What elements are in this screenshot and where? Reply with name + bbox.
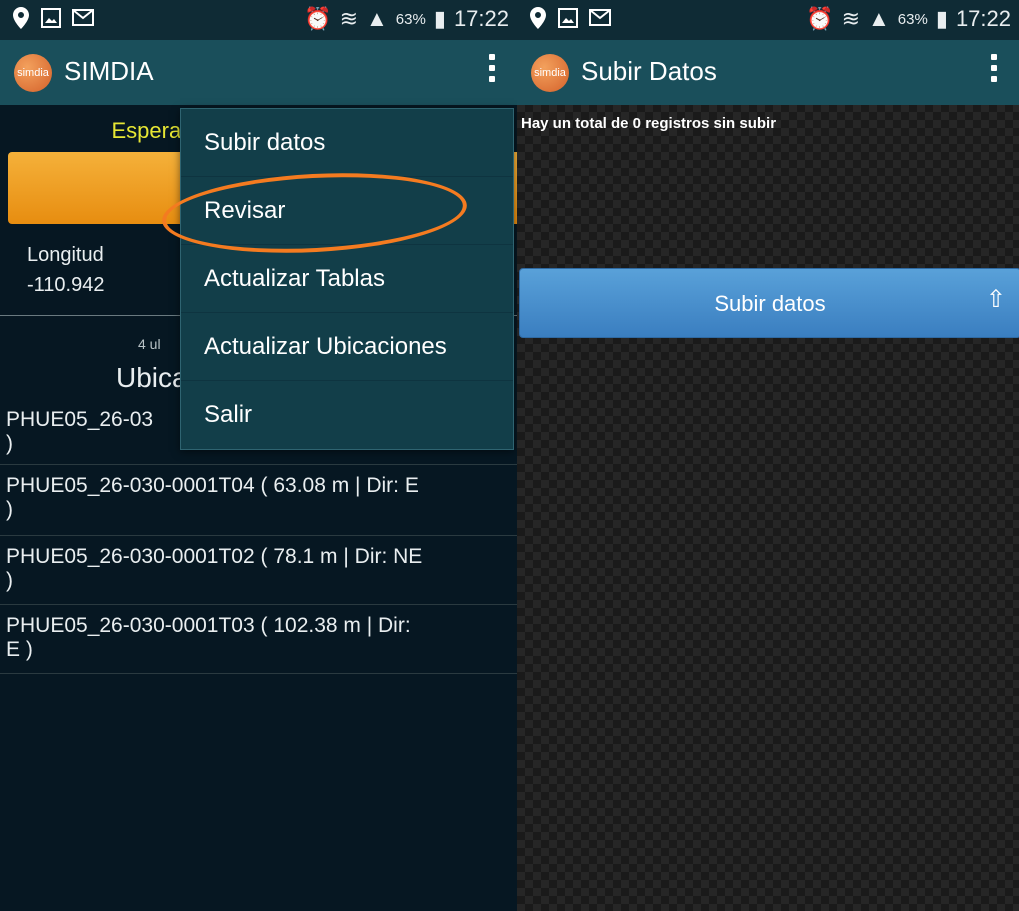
alarm-icon: ⏰ — [806, 6, 834, 31]
upload-icon: ⇧ — [985, 286, 1006, 313]
alarm-icon: ⏰ — [304, 6, 332, 31]
pending-records-message: Hay un total de 0 registros sin subir — [521, 115, 777, 132]
menu-item-actualizar-tablas[interactable]: Actualizar Tablas — [181, 245, 513, 313]
list-item-text: ) — [6, 569, 13, 592]
gallery-icon — [558, 8, 578, 28]
longitude-block: Longitud -110.942 — [27, 240, 104, 300]
list-item[interactable]: PHUE05_26-030-0001T02 ( 78.1 m | Dir: NE… — [0, 537, 517, 605]
list-item-text: ) — [6, 498, 13, 521]
list-item-text: PHUE05_26-030-0001T04 ( 63.08 m | Dir: E — [6, 474, 419, 497]
signal-icon: ▲ — [366, 6, 388, 31]
mail-icon — [72, 9, 94, 26]
list-item-text: PHUE05_26-030-0001T02 ( 78.1 m | Dir: NE — [6, 545, 423, 568]
list-item-text: E ) — [6, 638, 33, 661]
longitude-value: -110.942 — [27, 274, 105, 296]
wifi-icon: ≋ — [841, 6, 861, 31]
status-bar: ⏰ ≋ ▲ 63% ▮ 17:22 — [517, 0, 1019, 40]
location-pin-icon — [530, 7, 546, 29]
battery-percent: 63% — [395, 10, 426, 28]
status-bar: ⏰ ≋ ▲ 63% ▮ 17:22 — [0, 0, 517, 40]
menu-item-salir[interactable]: Salir — [181, 381, 513, 449]
battery-icon: ▮ — [433, 6, 446, 31]
app-title: SIMDIA — [64, 56, 154, 86]
section-title: Ubica — [116, 362, 188, 393]
wifi-icon: ≋ — [339, 6, 359, 31]
list-item[interactable]: PHUE05_26-030-0001T04 ( 63.08 m | Dir: E… — [0, 466, 517, 536]
app-logo: simdia — [531, 54, 569, 92]
locations-count: 4 ul — [138, 336, 161, 352]
right-screen: ⏰ ≋ ▲ 63% ▮ 17:22 simdia Subir Datos Hay… — [517, 0, 1019, 911]
app-bar: simdia Subir Datos — [517, 40, 1019, 105]
menu-item-actualizar-ubicaciones[interactable]: Actualizar Ubicaciones — [181, 313, 513, 381]
menu-item-subir-datos[interactable]: Subir datos — [181, 109, 513, 177]
clock: 17:22 — [955, 6, 1011, 31]
left-screen: ⏰ ≋ ▲ 63% ▮ 17:22 simdia SIMDIA Esperar … — [0, 0, 517, 911]
battery-icon: ▮ — [935, 6, 948, 31]
upload-data-button[interactable]: Subir datos ⇧ — [519, 268, 1019, 338]
gallery-icon — [41, 8, 61, 28]
overflow-menu-icon[interactable] — [489, 54, 495, 87]
longitude-label: Longitud — [27, 244, 104, 266]
signal-icon: ▲ — [868, 6, 890, 31]
list-item-text: PHUE05_26-030-0001T03 ( 102.38 m | Dir: — [6, 614, 411, 637]
mail-icon — [589, 9, 611, 26]
app-logo: simdia — [14, 54, 52, 92]
upload-button-label: Subir datos — [714, 291, 826, 316]
clock: 17:22 — [453, 6, 509, 31]
overflow-menu-icon[interactable] — [991, 54, 997, 87]
app-title: Subir Datos — [581, 56, 717, 86]
app-bar: simdia SIMDIA — [0, 40, 517, 105]
overflow-menu: Subir datos Revisar Actualizar Tablas Ac… — [180, 108, 514, 450]
list-item[interactable]: PHUE05_26-030-0001T03 ( 102.38 m | Dir: … — [0, 606, 517, 674]
battery-percent: 63% — [897, 10, 928, 28]
location-pin-icon — [13, 7, 29, 29]
